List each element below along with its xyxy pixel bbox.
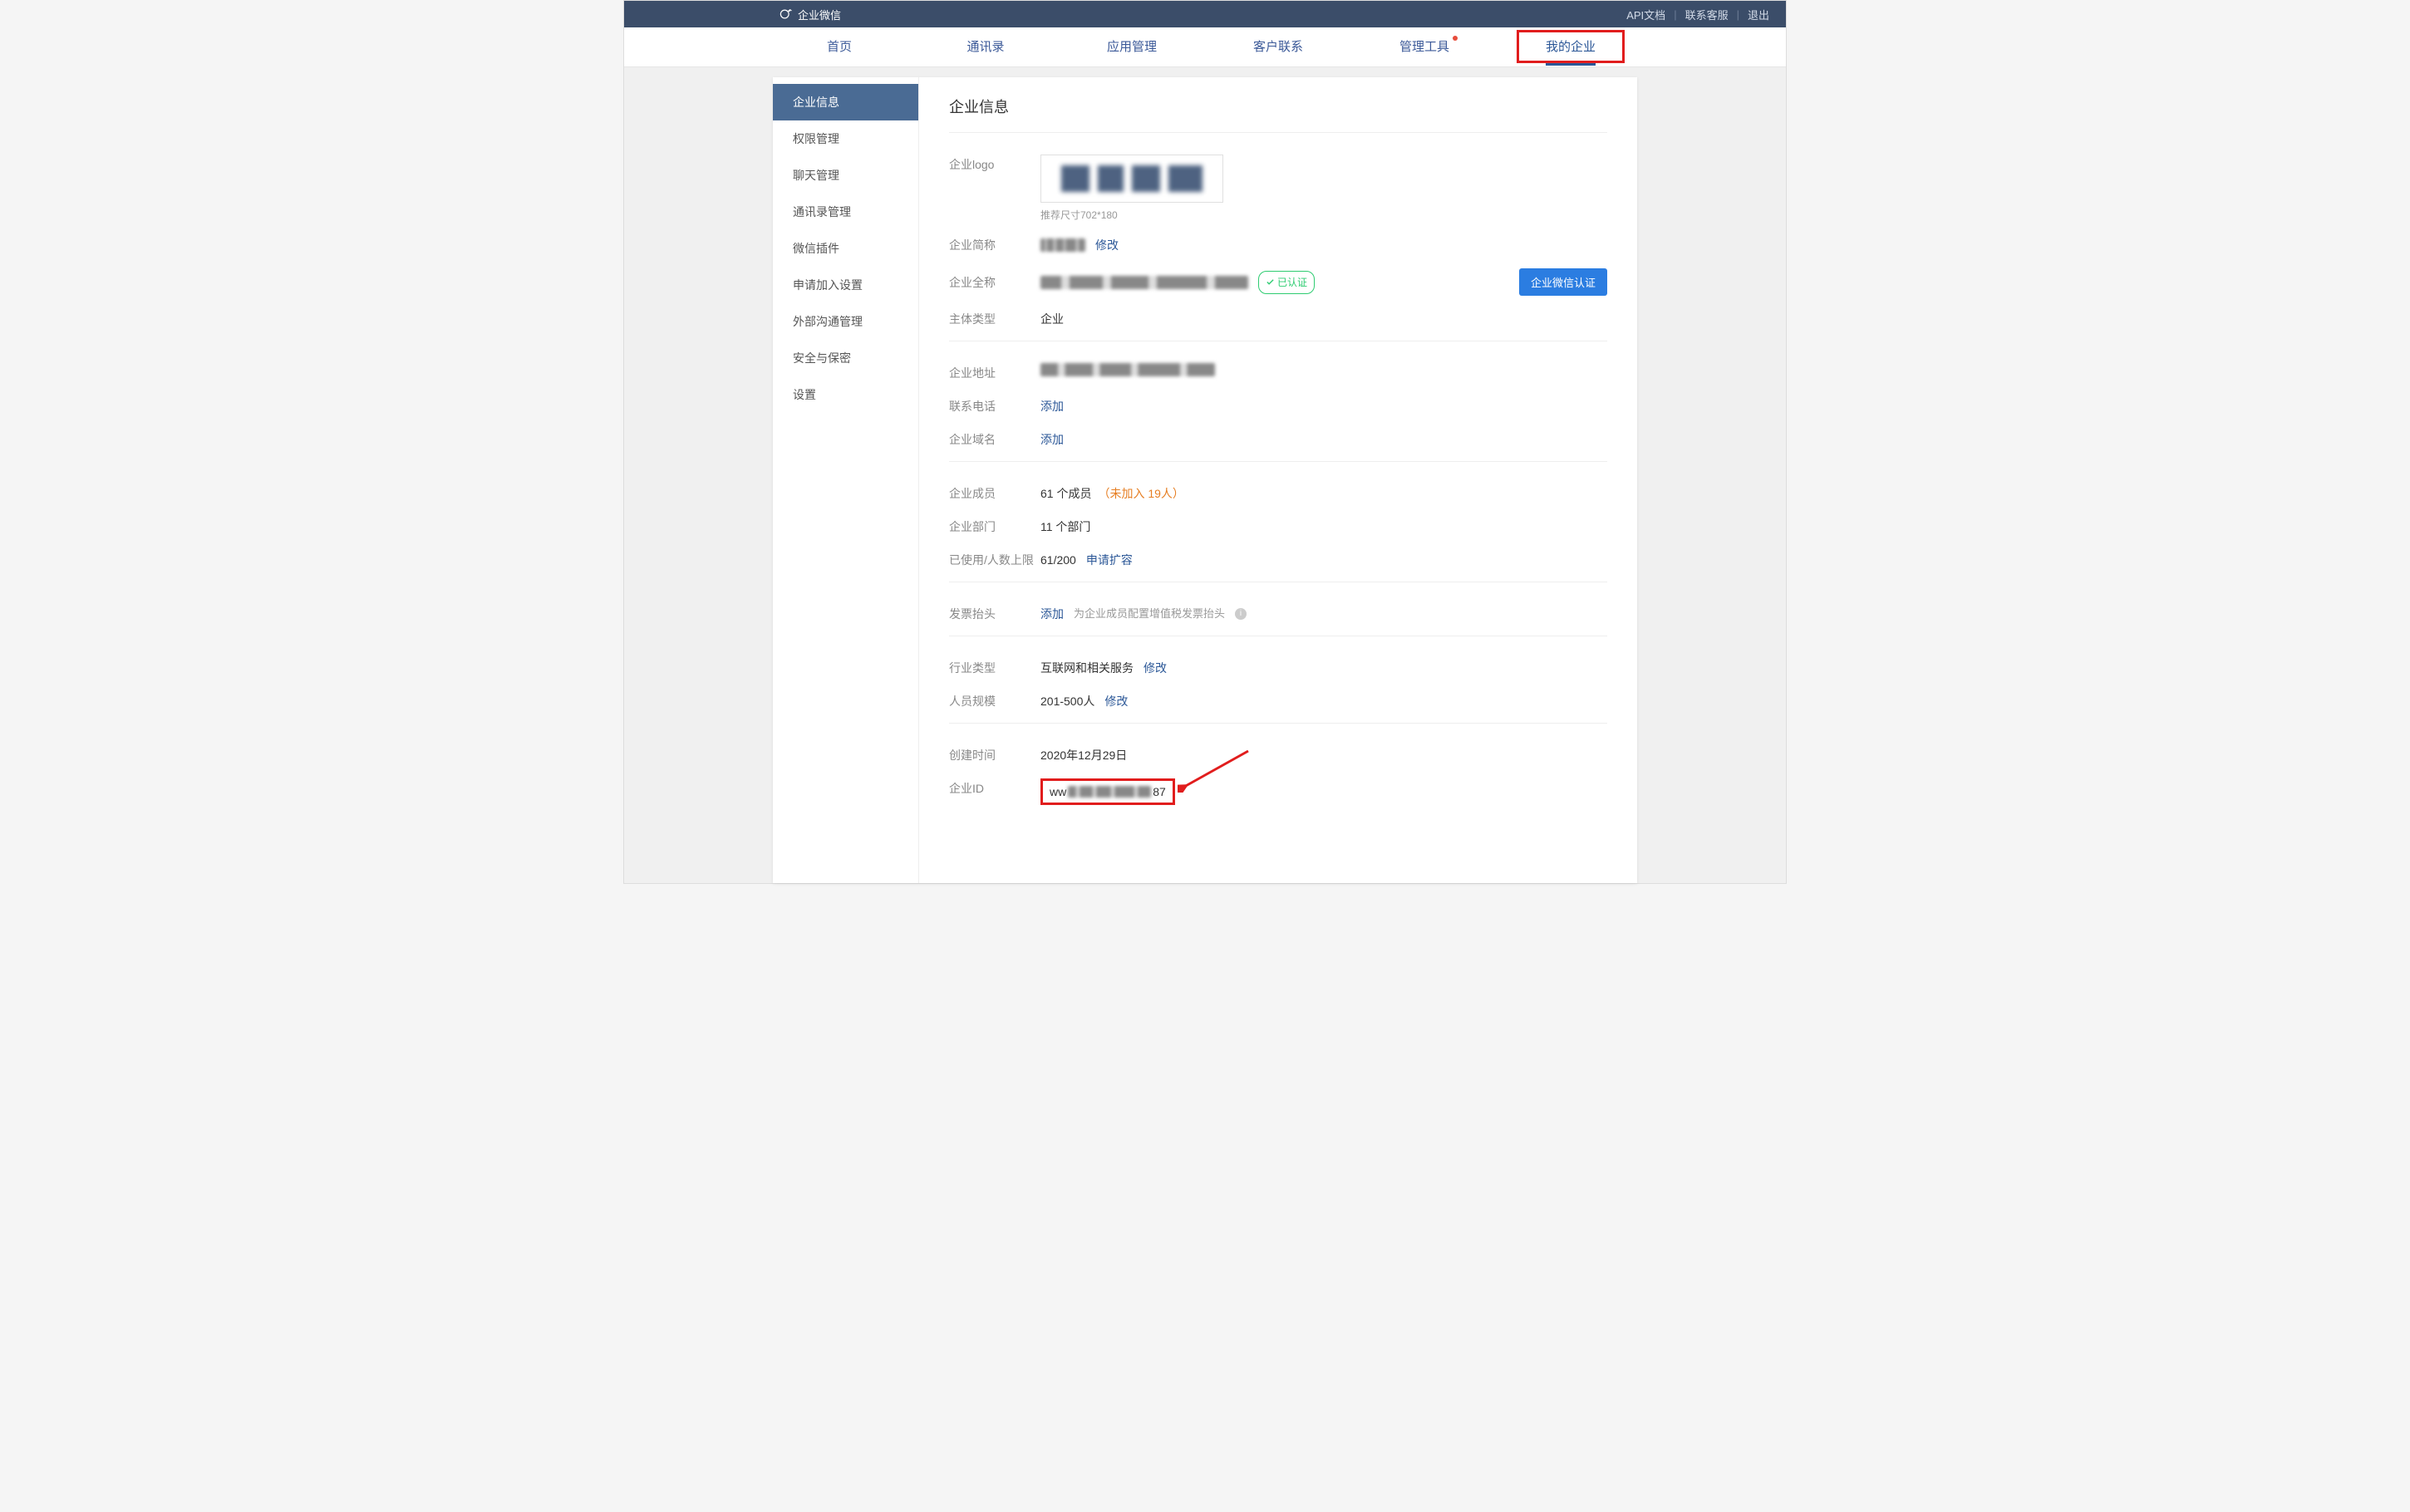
created-value: 2020年12月29日 <box>1040 745 1127 765</box>
topbar: 企业微信 API文档 | 联系客服 | 退出 <box>624 1 1786 27</box>
invoice-label: 发票抬头 <box>949 604 1040 624</box>
invoice-add-link[interactable]: 添加 <box>1040 604 1064 624</box>
separator: | <box>1737 8 1739 21</box>
check-icon <box>1266 277 1275 287</box>
corp-id-prefix: ww <box>1050 782 1066 802</box>
sidebar-item-security[interactable]: 安全与保密 <box>773 340 918 376</box>
size-label: 人员规模 <box>949 691 1040 711</box>
sidebar-item-company-info[interactable]: 企业信息 <box>773 84 918 120</box>
short-name-label: 企业简称 <box>949 235 1040 255</box>
blurred-short-name <box>1040 238 1085 252</box>
sidebar: 企业信息 权限管理 聊天管理 通讯录管理 微信插件 申请加入设置 外部沟通管理 … <box>773 77 919 883</box>
wework-logo-icon <box>778 7 793 22</box>
industry-label: 行业类型 <box>949 658 1040 678</box>
brand: 企业微信 <box>778 7 841 22</box>
nav-label: 应用管理 <box>1107 40 1157 54</box>
nav-home[interactable]: 首页 <box>766 27 912 67</box>
used-value: 61/200 <box>1040 550 1076 570</box>
sidebar-item-chat[interactable]: 聊天管理 <box>773 157 918 194</box>
members-value: 61 个成员 <box>1040 484 1091 503</box>
nav-label: 首页 <box>827 40 852 54</box>
nav-label: 通讯录 <box>966 40 1004 54</box>
size-value: 201-500人 <box>1040 691 1094 711</box>
topbar-right: API文档 | 联系客服 | 退出 <box>1626 7 1769 22</box>
sidebar-item-join-settings[interactable]: 申请加入设置 <box>773 267 918 303</box>
invoice-hint: 为企业成员配置增值税发票抬头 <box>1074 604 1225 624</box>
sidebar-item-settings[interactable]: 设置 <box>773 376 918 413</box>
active-underline <box>1546 63 1596 66</box>
full-name-label: 企业全称 <box>949 272 1040 292</box>
nav-apps[interactable]: 应用管理 <box>1059 27 1205 67</box>
blurred-full-name <box>1040 276 1248 289</box>
main-nav: 首页 通讯录 应用管理 客户联系 管理工具 我的企业 <box>624 27 1786 67</box>
logo-label: 企业logo <box>949 155 1040 174</box>
size-edit-link[interactable]: 修改 <box>1104 691 1128 711</box>
verified-badge: 已认证 <box>1258 271 1315 294</box>
api-doc-link[interactable]: API文档 <box>1626 7 1665 22</box>
departments-value: 11 个部门 <box>1040 517 1090 537</box>
sidebar-item-contacts-mgmt[interactable]: 通讯录管理 <box>773 194 918 230</box>
sidebar-item-permission[interactable]: 权限管理 <box>773 120 918 157</box>
main-panel: 企业信息 企业logo 推荐尺寸702*180 企业简称 修改 <box>919 77 1637 883</box>
nav-contacts[interactable]: 通讯录 <box>912 27 1059 67</box>
separator: | <box>1674 8 1676 21</box>
nav-customer[interactable]: 客户联系 <box>1205 27 1351 67</box>
address-label: 企业地址 <box>949 363 1040 383</box>
domain-label: 企业域名 <box>949 430 1040 449</box>
created-label: 创建时间 <box>949 745 1040 765</box>
industry-edit-link[interactable]: 修改 <box>1144 658 1167 678</box>
page-title: 企业信息 <box>949 96 1607 117</box>
info-icon[interactable]: i <box>1235 608 1247 620</box>
departments-label: 企业部门 <box>949 517 1040 537</box>
entity-type-label: 主体类型 <box>949 309 1040 329</box>
members-unjoined: （未加入 19人） <box>1098 484 1183 503</box>
nav-label: 管理工具 <box>1399 40 1449 54</box>
short-name-edit-link[interactable]: 修改 <box>1095 235 1119 255</box>
blurred-address <box>1040 363 1215 376</box>
used-label: 已使用/人数上限 <box>949 550 1040 570</box>
blurred-corp-id <box>1068 786 1151 798</box>
logo-preview[interactable] <box>1040 155 1223 203</box>
nav-label: 我的企业 <box>1546 40 1596 54</box>
brand-text: 企业微信 <box>798 7 841 22</box>
members-label: 企业成员 <box>949 484 1040 503</box>
sidebar-item-wechat-plugin[interactable]: 微信插件 <box>773 230 918 267</box>
blurred-logo-image <box>1061 165 1203 192</box>
nav-tools[interactable]: 管理工具 <box>1351 27 1498 67</box>
sidebar-item-external-comm[interactable]: 外部沟通管理 <box>773 303 918 340</box>
phone-add-link[interactable]: 添加 <box>1040 396 1064 416</box>
corp-id-label: 企业ID <box>949 778 1040 798</box>
expand-link[interactable]: 申请扩容 <box>1086 550 1133 570</box>
content: 企业信息 权限管理 聊天管理 通讯录管理 微信插件 申请加入设置 外部沟通管理 … <box>773 77 1637 883</box>
verify-button[interactable]: 企业微信认证 <box>1519 268 1607 296</box>
domain-add-link[interactable]: 添加 <box>1040 430 1064 449</box>
industry-value: 互联网和相关服务 <box>1040 658 1134 678</box>
logout-link[interactable]: 退出 <box>1748 7 1769 22</box>
notification-dot-icon <box>1453 36 1458 41</box>
nav-label: 客户联系 <box>1253 40 1303 54</box>
corp-id-suffix: 87 <box>1153 782 1166 802</box>
phone-label: 联系电话 <box>949 396 1040 416</box>
corp-id-highlight: ww 87 <box>1040 778 1175 805</box>
logo-hint: 推荐尺寸702*180 <box>1040 208 1223 222</box>
entity-type-value: 企业 <box>1040 309 1064 329</box>
verified-text: 已认证 <box>1277 272 1307 292</box>
nav-my-company[interactable]: 我的企业 <box>1498 27 1644 67</box>
contact-link[interactable]: 联系客服 <box>1685 7 1729 22</box>
